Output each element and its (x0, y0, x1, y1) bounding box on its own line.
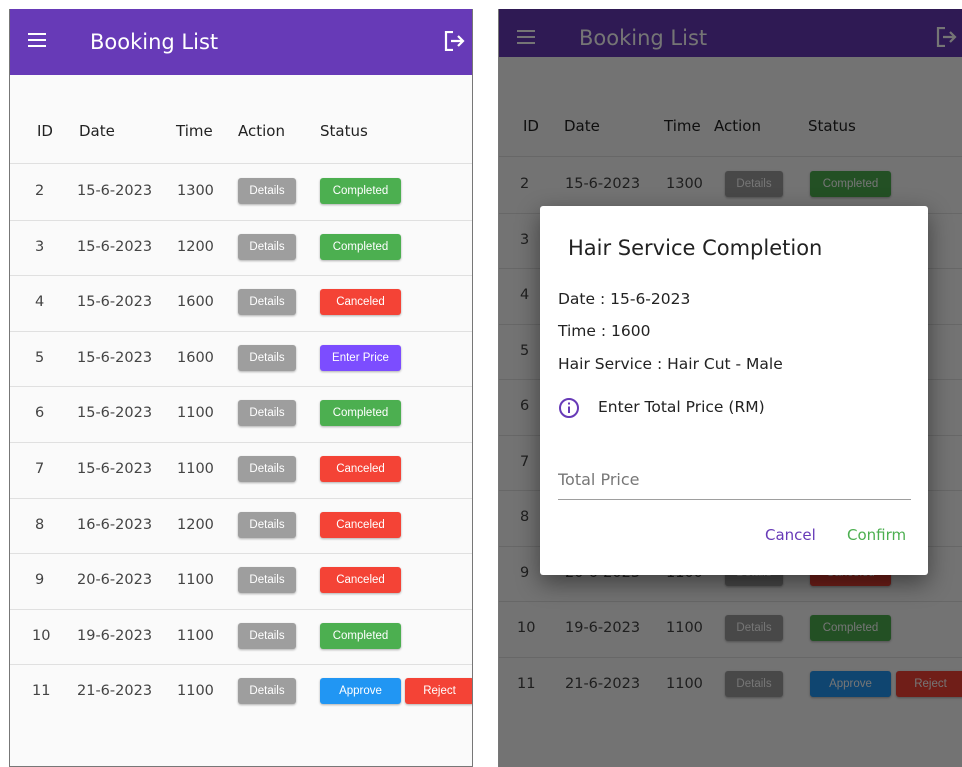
details-button[interactable]: Details (238, 511, 296, 538)
booking-id: 5 (35, 349, 45, 366)
status-completed-button[interactable]: Completed (320, 400, 401, 427)
booking-id: 3 (35, 238, 45, 255)
details-button[interactable]: Details (238, 678, 296, 705)
reject-button[interactable]: Reject (405, 678, 472, 705)
booking-date: 21-6-2023 (77, 683, 153, 700)
info-circle-icon (559, 398, 579, 418)
status-completed-button[interactable]: Completed (320, 233, 401, 260)
details-button[interactable]: Details (238, 622, 296, 649)
cancel-button[interactable]: Cancel (765, 526, 816, 544)
dialog-time: Time : 1600 (558, 322, 651, 340)
status-canceled-button[interactable]: Canceled (320, 456, 401, 482)
booking-time: 1600 (177, 294, 214, 311)
column-header-action: Action (238, 122, 285, 140)
booking-time: 1100 (177, 627, 214, 644)
booking-time: 1600 (177, 349, 214, 366)
row-divider (10, 664, 472, 666)
booking-time: 1100 (177, 461, 214, 477)
booking-date: 15-6-2023 (77, 349, 153, 366)
row-divider (10, 386, 472, 388)
details-button[interactable]: Details (238, 233, 296, 260)
booking-date: 15-6-2023 (77, 461, 153, 477)
completion-dialog: Hair Service Completion Date : 15-6-2023… (540, 206, 928, 575)
booking-id: 4 (35, 294, 45, 311)
booking-id: 2 (35, 183, 45, 199)
booking-date: 15-6-2023 (77, 294, 153, 311)
row-divider (10, 497, 472, 499)
booking-id: 7 (35, 461, 45, 477)
details-button[interactable]: Details (238, 567, 296, 594)
booking-id: 10 (32, 627, 51, 644)
booking-time: 1300 (177, 183, 214, 199)
booking-date: 20-6-2023 (77, 572, 153, 589)
booking-date: 16-6-2023 (77, 516, 153, 533)
status-canceled-button[interactable]: Canceled (320, 289, 401, 316)
booking-time: 1100 (177, 683, 214, 700)
booking-id: 9 (35, 572, 45, 589)
row-divider (10, 608, 472, 610)
dialog-date: Date : 15-6-2023 (558, 290, 691, 308)
column-header-date: Date (79, 122, 115, 140)
booking-date: 15-6-2023 (77, 405, 153, 422)
details-button[interactable]: Details (238, 178, 296, 204)
total-price-input[interactable] (558, 456, 911, 500)
row-divider (10, 275, 472, 277)
status-canceled-button[interactable]: Canceled (320, 567, 401, 594)
row-divider (10, 553, 472, 555)
header-divider (10, 163, 472, 164)
price-prompt: Enter Total Price (RM) (598, 398, 765, 416)
hamburger-menu-icon[interactable] (28, 33, 46, 47)
booking-time: 1200 (177, 238, 214, 255)
details-button[interactable]: Details (238, 456, 296, 482)
booking-time: 1200 (177, 516, 214, 533)
page-title: Booking List (90, 30, 219, 54)
booking-id: 8 (35, 516, 45, 533)
booking-id: 6 (35, 405, 45, 422)
row-divider (10, 330, 472, 332)
column-header-id: ID (37, 122, 53, 140)
logout-icon[interactable] (444, 31, 466, 51)
booking-date: 15-6-2023 (77, 238, 153, 255)
booking-time: 1100 (177, 405, 214, 422)
status-completed-button[interactable]: Completed (320, 622, 401, 649)
booking-list-screen-dialog: Booking List ID Date Time Action Status … (498, 9, 962, 767)
status-canceled-button[interactable]: Canceled (320, 511, 401, 538)
details-button[interactable]: Details (238, 400, 296, 427)
dialog-hair-service: Hair Service : Hair Cut - Male (558, 355, 783, 373)
column-header-time: Time (176, 122, 213, 140)
approve-button[interactable]: Approve (320, 678, 401, 705)
booking-id: 11 (32, 683, 51, 700)
booking-date: 19-6-2023 (77, 627, 153, 644)
details-button[interactable]: Details (238, 344, 296, 371)
details-button[interactable]: Details (238, 289, 296, 316)
booking-list-screen: Booking List ID Date Time Action Status … (9, 9, 473, 767)
row-divider (10, 442, 472, 443)
booking-date: 15-6-2023 (77, 183, 153, 199)
row-divider (10, 219, 472, 221)
column-header-status: Status (320, 122, 368, 140)
confirm-button[interactable]: Confirm (847, 526, 906, 544)
app-bar: Booking List (10, 9, 472, 75)
dialog-title: Hair Service Completion (568, 236, 823, 260)
enter-price-button[interactable]: Enter Price (320, 344, 401, 371)
status-completed-button[interactable]: Completed (320, 178, 401, 204)
booking-time: 1100 (177, 572, 214, 589)
